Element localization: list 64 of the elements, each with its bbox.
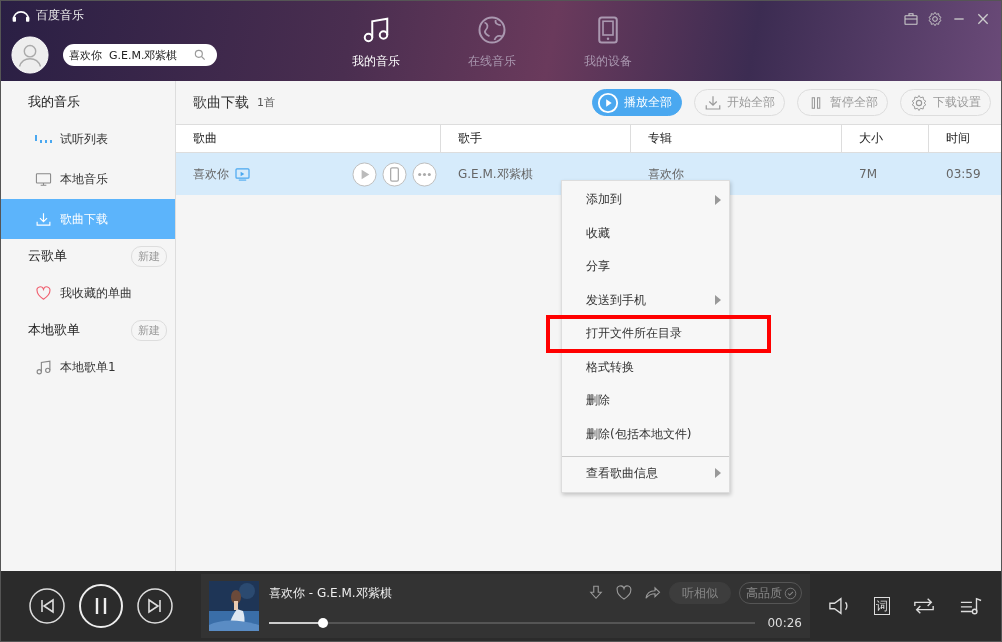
logo-icon [11,8,31,23]
lyrics-button[interactable]: 词 [873,597,890,615]
sidebar-item[interactable]: 我收藏的单曲 [1,273,175,313]
section-title: 本地歌单 [28,321,80,339]
note-icon [361,15,391,45]
table-cell: 喜欢你 [648,165,684,183]
sidebar-item[interactable]: 本地歌单1 [1,347,175,387]
nav-tab[interactable]: 我的音乐 [333,15,419,81]
column-header[interactable]: 歌手 [441,125,631,152]
play-icon [597,91,619,114]
download-icon [704,93,722,112]
section-title: 云歌单 [28,247,67,265]
column-header[interactable]: 时间 [929,125,1001,152]
submenu-arrow-icon [715,295,721,306]
menu-item[interactable]: 格式转换 [562,350,729,384]
heart-icon[interactable] [615,584,633,602]
download-icon [35,210,52,228]
previous-button[interactable] [29,588,65,624]
table-cell: 03:59 [946,167,981,181]
table-cell: 7M [859,167,877,181]
table-cell: G.E.M.邓紫棋 [458,165,533,183]
section-title: 我的音乐 [28,93,80,111]
app-title: 百度音乐 [36,7,84,24]
song-count: 1首 [257,95,275,110]
video-icon [235,167,250,181]
submenu-arrow-icon [715,468,721,479]
menu-item[interactable]: 删除(包括本地文件) [562,417,729,451]
share-icon[interactable] [643,584,661,602]
search-field[interactable]: 喜欢你 G.E.M.邓紫棋 [63,44,217,66]
nav-tab[interactable]: 在线音乐 [449,15,535,81]
nav-tab[interactable]: 我的设备 [565,15,651,81]
column-header[interactable]: 专辑 [631,125,842,152]
heart-icon [35,284,52,302]
briefcase-icon[interactable] [903,11,919,27]
sidebar-item[interactable]: 试听列表 [1,119,175,159]
search-icon [193,48,207,62]
menu-item[interactable]: 发送到手机 [562,283,729,317]
menu-item[interactable]: 分享 [562,250,729,284]
menu-item[interactable]: 删除 [562,384,729,418]
monitor-icon [35,170,52,188]
submenu-arrow-icon [715,194,721,205]
elapsed-time: 00:26 [767,616,802,630]
settings-icon[interactable] [927,11,943,27]
next-button[interactable] [137,588,173,624]
note-icon [35,358,52,376]
check-circle-icon [784,586,797,600]
pause-button[interactable] [79,584,123,628]
close-icon[interactable] [975,11,991,27]
menu-item[interactable]: 打开文件所在目录 [548,317,769,351]
track-title: 喜欢你 - G.E.M.邓紫棋 [269,584,392,602]
menu-item[interactable]: 查看歌曲信息 [562,456,729,490]
column-header[interactable]: 大小 [842,125,929,152]
quality-button[interactable]: 高品质 [739,582,802,604]
globe-icon [477,15,507,45]
page-title: 歌曲下载 [193,93,249,112]
download-icon[interactable] [587,584,605,602]
bars-icon [35,135,52,143]
menu-item[interactable]: 收藏 [562,216,729,250]
table-cell: 喜欢你 [193,165,229,183]
sidebar-item[interactable]: 本地音乐 [1,159,175,199]
avatar-icon[interactable] [11,36,49,74]
column-header[interactable]: 歌曲 [176,125,441,152]
progress-thumb[interactable] [317,618,328,628]
settings-icon [910,93,928,112]
